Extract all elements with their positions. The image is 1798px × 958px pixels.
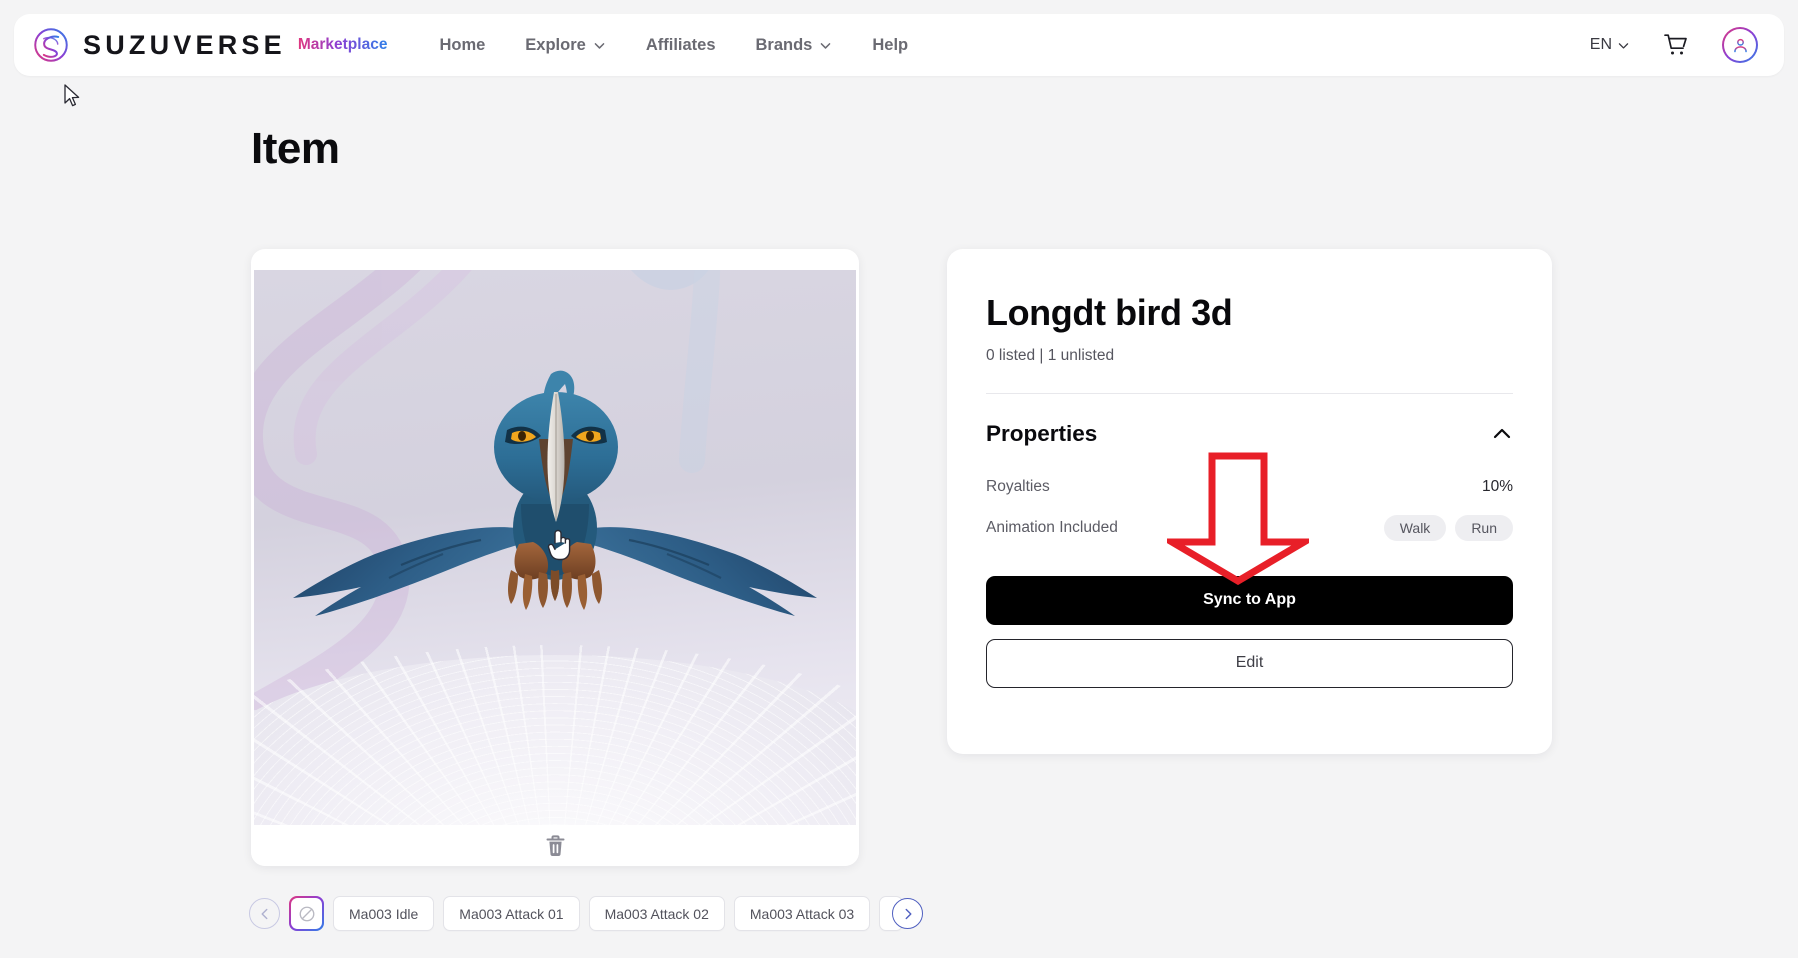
nav-item-explore[interactable]: Explore [525, 37, 606, 54]
properties-header[interactable]: Properties [986, 421, 1513, 447]
item-detail-card: Longdt bird 3d 0 listed | 1 unlisted Pro… [947, 249, 1552, 754]
property-value: 10% [1481, 477, 1513, 495]
navbar-right-group: EN [1590, 27, 1784, 63]
primary-nav: Home Explore Affiliates Brands Help [439, 37, 908, 54]
chevron-up-icon[interactable] [1491, 423, 1513, 445]
property-key: Royalties [986, 477, 1050, 495]
animation-chip-none-inner [290, 897, 323, 930]
user-avatar-icon [1733, 38, 1747, 52]
brand-name: SUZUVERSE [83, 29, 286, 60]
status-badge-walk: Walk [1383, 514, 1447, 541]
nav-item-help[interactable]: Help [872, 37, 908, 54]
nav-label-affiliates: Affiliates [645, 35, 716, 54]
animation-chip-0[interactable]: Ma003 Idle [333, 896, 435, 931]
animation-chip-label: Ma003 Attack 03 [749, 905, 855, 922]
nav-item-home[interactable]: Home [439, 37, 485, 54]
property-row-royalties: Royalties 10% [986, 472, 1513, 502]
animation-chip-1[interactable]: Ma003 Attack 01 [443, 896, 580, 931]
nav-label-home: Home [439, 35, 486, 54]
animation-chip-2[interactable]: Ma003 Attack 02 [588, 896, 725, 931]
avatar[interactable] [1722, 27, 1758, 63]
nav-label-explore: Explore [525, 35, 586, 54]
animation-chip-label: Ma003 Idle [349, 905, 419, 922]
trash-icon[interactable] [545, 834, 566, 858]
nav-label-help: Help [872, 35, 909, 54]
brand-block[interactable]: SUZUVERSE Marketplace [14, 27, 387, 63]
sync-to-app-button[interactable]: Sync to App [986, 575, 1513, 625]
animation-chip-label: Ma003 Attack 01 [459, 905, 564, 922]
chevron-left-icon [261, 908, 267, 919]
property-row-animation-included: Animation Included Walk Run [986, 513, 1513, 543]
status-badge-run: Run [1455, 514, 1513, 541]
chevron-right-icon [905, 908, 912, 919]
animation-chip-3[interactable]: Ma003 Attack 03 [733, 896, 871, 931]
chevron-down-icon [594, 42, 605, 49]
chevron-down-icon [1618, 42, 1629, 49]
suzuverse-globe-logo [34, 28, 68, 62]
properties-title: Properties [986, 420, 1098, 446]
language-selector[interactable]: EN [1590, 36, 1630, 54]
item-listing-status: 0 listed | 1 unlisted [986, 346, 1115, 364]
viewer-footer-bar [251, 825, 859, 866]
shopping-cart-icon[interactable] [1663, 32, 1689, 58]
mouse-cursor-arrow [64, 84, 80, 107]
chevron-down-icon [821, 42, 831, 49]
brand-subtitle: Marketplace [297, 36, 388, 54]
bird-3d-model [275, 344, 835, 674]
nav-item-affiliates[interactable]: Affiliates [646, 37, 716, 54]
property-key: Animation Included [986, 518, 1118, 536]
model-viewer-stage[interactable] [254, 270, 856, 825]
bird-model-render [293, 370, 817, 616]
section-divider [986, 392, 1513, 394]
animation-prev-button[interactable] [249, 898, 280, 929]
no-animation-icon [299, 906, 314, 921]
nav-item-brands[interactable]: Brands [756, 37, 833, 54]
animation-chip-none[interactable] [289, 896, 324, 931]
item-title: Longdt bird 3d [986, 292, 1233, 333]
property-badges: Walk Run [1383, 514, 1513, 541]
animation-chips-row: Ma003 Idle Ma003 Attack 01 Ma003 Attack … [249, 896, 924, 931]
edit-button[interactable]: Edit [986, 638, 1513, 688]
model-viewer-card [251, 249, 859, 866]
animation-next-button[interactable] [892, 898, 924, 929]
language-label: EN [1589, 36, 1612, 53]
page-title: Item [251, 124, 340, 173]
avatar-inner [1724, 29, 1756, 61]
animation-chip-label: Ma003 Attack 02 [604, 905, 709, 922]
top-navbar: SUZUVERSE Marketplace Home Explore Affil… [14, 14, 1784, 76]
nav-label-brands: Brands [755, 35, 813, 54]
